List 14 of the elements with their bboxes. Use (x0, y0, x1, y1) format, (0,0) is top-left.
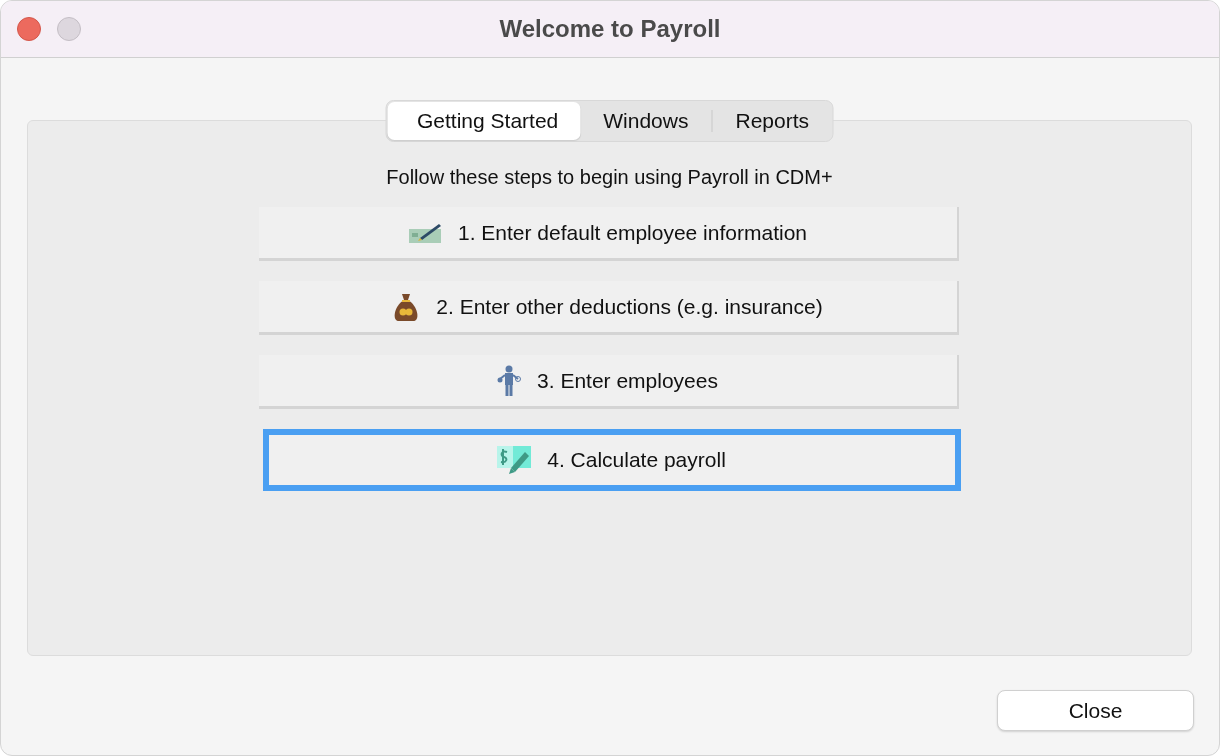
person-icon (497, 364, 522, 397)
step-button[interactable]: 1. Enter default employee information (258, 207, 959, 261)
tab[interactable]: Windows (580, 102, 712, 140)
close-window-button[interactable] (17, 17, 41, 41)
tab[interactable]: Reports (712, 102, 832, 140)
tab[interactable]: Getting Started (387, 102, 581, 140)
check-pen-icon (407, 221, 442, 244)
window-title: Welcome to Payroll (499, 15, 721, 42)
step-button[interactable]: 2. Enter other deductions (e.g. insurance) (258, 281, 959, 335)
step-button[interactable]: 4. Calculate payroll (262, 429, 961, 491)
dollar-pencil-icon (497, 446, 532, 474)
close-button[interactable]: Close (997, 690, 1194, 731)
instructions-text: Follow these steps to begin using Payroll in CDM+ (386, 166, 833, 189)
step-button[interactable]: 3. Enter employees (258, 355, 959, 409)
